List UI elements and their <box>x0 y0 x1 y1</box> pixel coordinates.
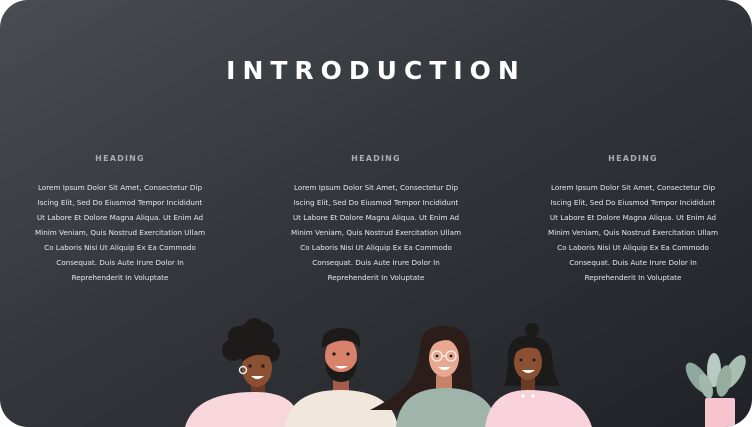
potted-plant <box>685 353 746 427</box>
person-bun-woman <box>485 323 592 427</box>
person-curly-hair <box>185 318 300 427</box>
slide: INTRODUCTION HEADING Lorem Ipsum Dolor S… <box>0 0 752 427</box>
people-illustration <box>185 318 746 427</box>
person-bearded-man <box>285 328 398 427</box>
